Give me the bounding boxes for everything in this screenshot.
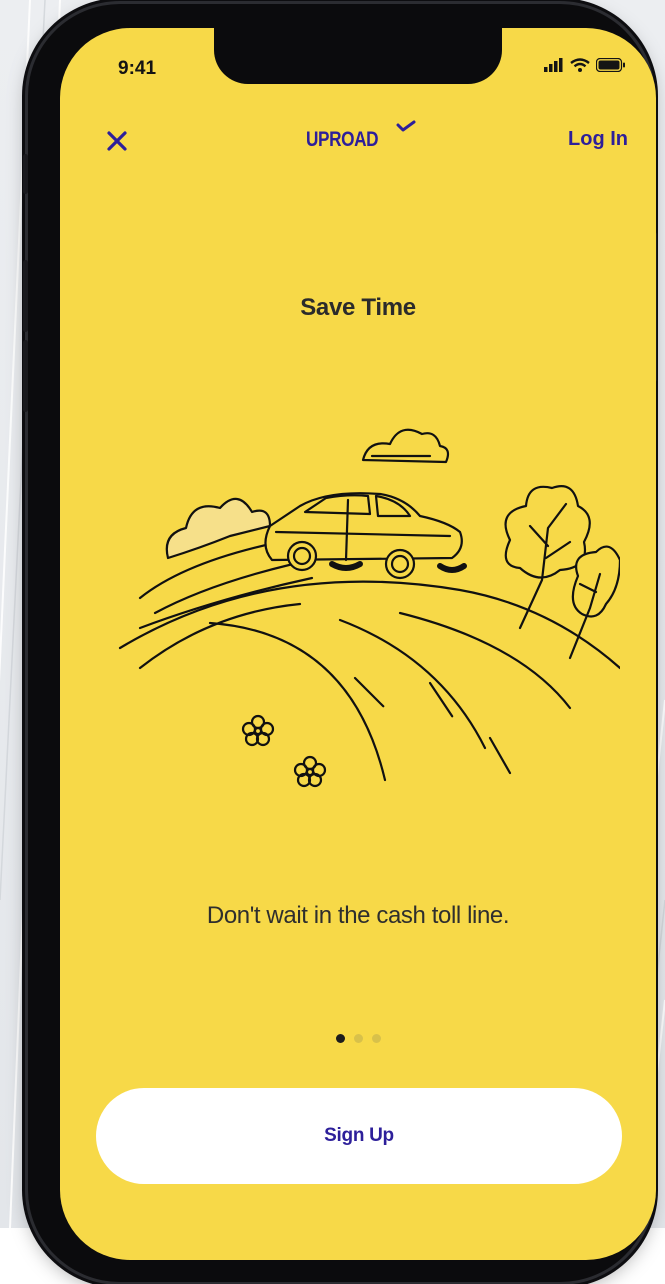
page-title: Save Time: [300, 294, 416, 321]
page-subtitle: Don't wait in the cash toll line.: [206, 902, 510, 929]
status-icons: [544, 58, 626, 72]
app-screen: 9:41 UPROAD Log In Save Time Don't wait …: [60, 28, 656, 1260]
uproad-logo: UPROAD: [306, 128, 379, 151]
logo-check-mark: [396, 120, 416, 132]
page-dot-3[interactable]: [371, 1034, 381, 1043]
wifi-icon: [570, 58, 590, 72]
signal-icon: [544, 58, 563, 72]
close-button[interactable]: [100, 124, 134, 158]
login-link[interactable]: Log In: [568, 128, 628, 151]
mute-switch: [23, 154, 28, 194]
notch: [214, 28, 502, 84]
volume-down-button: [23, 340, 28, 412]
battery-icon: [596, 58, 625, 72]
phone-frame: 9:41 UPROAD Log In Save Time Don't wait …: [23, 4, 657, 1282]
status-time: 9:41: [118, 58, 157, 79]
close-icon: [107, 131, 127, 151]
sign-up-button[interactable]: Sign Up: [96, 1088, 622, 1184]
page-dot-1[interactable]: [335, 1034, 345, 1043]
page-indicator[interactable]: [60, 1034, 656, 1043]
volume-up-button: [23, 260, 28, 332]
car-on-hill-illustration: [118, 428, 620, 788]
page-dot-2[interactable]: [353, 1034, 363, 1043]
